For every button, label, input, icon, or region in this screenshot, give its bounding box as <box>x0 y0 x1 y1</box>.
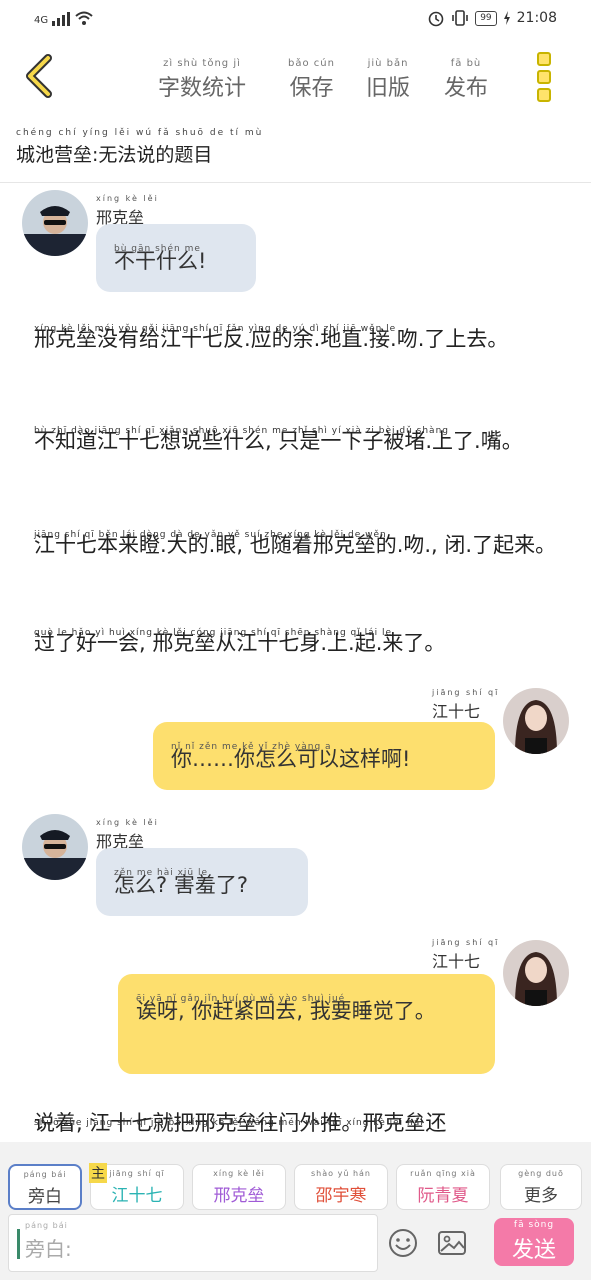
role-label: 江十七 <box>111 1186 163 1206</box>
role-narrator-button[interactable]: páng bái 旁白 <box>8 1164 82 1210</box>
role-label: 更多 <box>524 1186 558 1206</box>
network-indicator: 4G <box>34 10 94 26</box>
input-placeholder: 旁白: <box>25 1237 72 1261</box>
avatar-jiang-shi-qi[interactable] <box>503 688 569 754</box>
vibrate-icon <box>452 10 468 26</box>
speaker-name-pinyin: xíng kè lěi <box>96 194 159 203</box>
role-pinyin: shào yǔ hán <box>311 1169 371 1178</box>
back-icon[interactable] <box>20 54 60 98</box>
status-bar: 4G 99 21:08 <box>0 0 591 40</box>
narration-pinyin: jiāng shí qī běn lái dèng dà de yǎn yě s… <box>34 530 387 540</box>
image-icon[interactable] <box>437 1228 467 1258</box>
role-shao-yu-han-button[interactable]: shào yǔ hán 邵宇寒 <box>294 1164 388 1210</box>
input-row: páng bái 旁白: fā sòng 发送 <box>0 1212 591 1280</box>
old-version-label: 旧版 <box>366 76 411 101</box>
message-input[interactable]: páng bái 旁白: <box>8 1214 378 1272</box>
role-jiang-shi-qi-button[interactable]: 主 jiāng shí qī 江十七 <box>89 1163 184 1210</box>
message-pinyin: nǐ nǐ zěn me kě yǐ zhè yàng a <box>171 742 332 752</box>
signal-icon <box>52 10 71 26</box>
network-type: 4G <box>34 15 49 26</box>
speaker-name-text: 江十七 <box>432 702 481 721</box>
text-cursor <box>17 1229 20 1259</box>
message-pinyin: ēi yā nǐ gǎn jǐn huí qù wǒ yào shuì jué <box>136 994 346 1004</box>
narration-pinyin: shuō zhe jiāng shí qī jiù bǎ xíng kè lěi… <box>34 1118 424 1128</box>
word-count-button[interactable]: zì shù tǒng jì 字数统计 <box>158 58 246 102</box>
charging-icon <box>503 11 510 25</box>
editor-toolbar: zì shù tǒng jì 字数统计 bǎo cún 保存 jiù bǎn 旧… <box>0 40 591 112</box>
role-ruan-qing-xia-button[interactable]: ruǎn qīng xià 阮青夏 <box>396 1164 490 1210</box>
send-pinyin: fā sòng <box>513 1220 555 1230</box>
narration-paragraph[interactable]: xíng kè lěi méi yǒu gěi jiāng shí qī fǎn… <box>34 324 564 354</box>
save-label: 保存 <box>289 76 334 101</box>
narration-pinyin: bù zhī dào jiāng shí qī xiǎng shuō xiē s… <box>34 426 449 436</box>
role-label: 邢克垒 <box>213 1186 265 1206</box>
document-title[interactable]: chéng chí yíng lěi wú fǎ shuō de tí mù 城… <box>16 128 263 167</box>
status-right: 99 21:08 <box>427 9 557 27</box>
speaker-name: xíng kè lěi 邢克垒 <box>96 194 159 228</box>
speaker-name: jiāng shí qī 江十七 <box>432 938 499 972</box>
avatar-jiang-shi-qi[interactable] <box>503 940 569 1006</box>
input-placeholder-pinyin: páng bái <box>25 1221 68 1230</box>
publish-button[interactable]: fā bù 发布 <box>444 58 488 102</box>
send-label: 发送 <box>511 1238 556 1263</box>
narration-pinyin: guò le hǎo yì huì xíng kè lěi cóng jiāng… <box>34 628 393 638</box>
role-xing-ke-lei-button[interactable]: xíng kè lěi 邢克垒 <box>192 1164 286 1210</box>
role-pinyin: xíng kè lěi <box>213 1169 265 1178</box>
message-pinyin: bù gān shén me <box>114 244 201 254</box>
speaker-name: xíng kè lěi 邢克垒 <box>96 818 159 852</box>
document-title-text: 城池营垒:无法说的题目 <box>16 144 213 166</box>
message-bubble[interactable]: zěn me hài xiū le 怎么? 害羞了? <box>96 848 308 916</box>
save-pinyin: bǎo cún <box>288 58 335 69</box>
document-title-pinyin: chéng chí yíng lěi wú fǎ shuō de tí mù <box>16 128 264 138</box>
word-count-pinyin: zì shù tǒng jì <box>163 58 241 69</box>
avatar-xing-ke-lei[interactable] <box>22 814 88 880</box>
save-button[interactable]: bǎo cún 保存 <box>288 58 335 102</box>
role-pinyin: ruǎn qīng xià <box>410 1169 476 1178</box>
more-roles-button[interactable]: gèng duō 更多 <box>500 1164 582 1210</box>
role-pinyin: páng bái <box>23 1170 67 1179</box>
message-pinyin: zěn me hài xiū le <box>114 868 209 878</box>
narration-paragraph[interactable]: guò le hǎo yì huì xíng kè lěi cóng jiāng… <box>34 628 564 658</box>
clock: 21:08 <box>516 10 557 26</box>
speaker-name-pinyin: jiāng shí qī <box>432 688 500 697</box>
role-pinyin: gèng duō <box>518 1169 564 1178</box>
battery-level: 99 <box>475 10 497 26</box>
avatar-xing-ke-lei[interactable] <box>22 190 88 256</box>
role-label: 邵宇寒 <box>315 1186 367 1206</box>
publish-label: 发布 <box>444 76 489 101</box>
message-bubble[interactable]: nǐ nǐ zěn me kě yǐ zhè yàng a 你……你怎么可以这样… <box>153 722 495 790</box>
alarm-icon <box>428 11 444 27</box>
old-version-pinyin: jiù bǎn <box>367 58 409 69</box>
old-version-button[interactable]: jiù bǎn 旧版 <box>366 58 410 102</box>
role-label: 旁白 <box>28 1187 62 1207</box>
speaker-name-pinyin: jiāng shí qī <box>432 938 500 947</box>
wifi-icon <box>75 11 93 25</box>
word-count-label: 字数统计 <box>158 76 247 101</box>
narration-paragraph[interactable]: jiāng shí qī běn lái dèng dà de yǎn yě s… <box>34 530 564 560</box>
narration-pinyin: xíng kè lěi méi yǒu gěi jiāng shí qī fǎn… <box>34 324 397 334</box>
message-bubble[interactable]: ēi yā nǐ gǎn jǐn huí qù wǒ yào shuì jué … <box>118 974 495 1074</box>
speaker-name-pinyin: xíng kè lěi <box>96 818 159 827</box>
narration-paragraph[interactable]: shuō zhe jiāng shí qī jiù bǎ xíng kè lěi… <box>34 1108 564 1142</box>
speaker-name-text: 江十七 <box>432 952 481 971</box>
divider <box>0 182 591 183</box>
narration-paragraph[interactable]: bù zhī dào jiāng shí qī xiǎng shuō xiē s… <box>34 426 564 456</box>
publish-pinyin: fā bù <box>450 58 482 69</box>
message-bubble[interactable]: bù gān shén me 不干什么! <box>96 224 256 292</box>
role-label: 阮青夏 <box>417 1186 469 1206</box>
role-pinyin: jiāng shí qī <box>109 1169 165 1178</box>
speaker-name: jiāng shí qī 江十七 <box>432 688 499 722</box>
emoji-icon[interactable] <box>388 1228 418 1258</box>
send-button[interactable]: fā sòng 发送 <box>494 1218 574 1266</box>
more-menu-icon[interactable] <box>532 52 556 102</box>
